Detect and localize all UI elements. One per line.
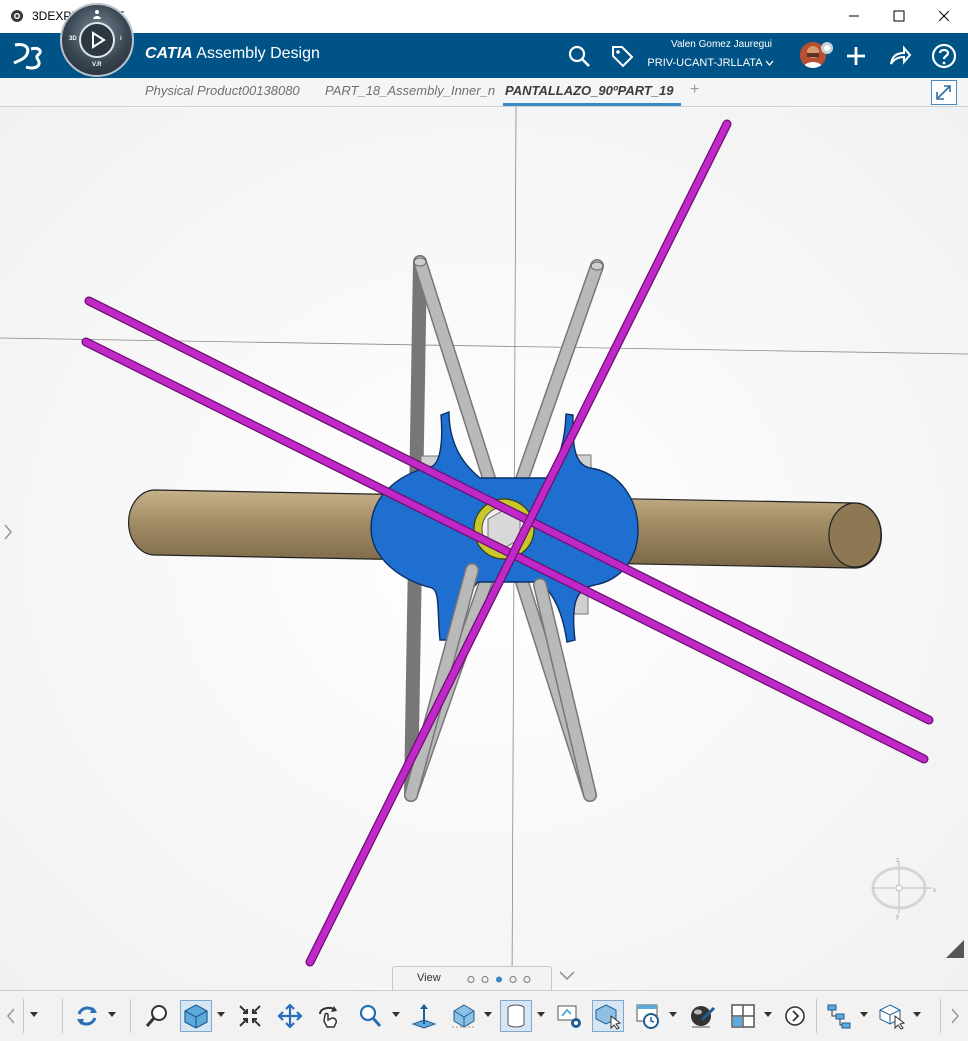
pan-button[interactable] [274,1000,306,1032]
dropdown-arrow-icon[interactable] [764,1010,772,1018]
minimize-icon [849,15,859,17]
maximize-icon [893,10,905,22]
multi-view-button[interactable] [727,1000,759,1032]
active-tab-indicator [503,103,681,106]
plus-icon [847,47,865,65]
more-commands-button[interactable] [779,1000,811,1032]
normal-view-icon [411,1004,437,1029]
maximize-button[interactable] [876,0,922,32]
dropdown-arrow-icon[interactable] [860,1010,868,1018]
add-button[interactable] [842,42,870,70]
view-mode-button[interactable] [180,1000,212,1032]
dropdown-arrow-icon[interactable] [669,1010,677,1018]
collapse-icon [936,85,951,100]
help-icon [931,43,957,69]
dropdown-arrow-icon[interactable] [484,1010,492,1018]
assembly-scene[interactable]: z x y [0,107,968,990]
tab-part-18[interactable]: PART_18_Assembly_Inner_n [325,83,495,98]
compass-3d-label[interactable]: 3D [69,36,77,42]
fit-all-button[interactable] [234,1000,266,1032]
side-panel-expand-icon[interactable] [2,522,14,542]
user-tenant[interactable]: PRIV-UCANT-JRLLATA [620,57,774,69]
cube-icon [184,1004,208,1029]
minimize-button[interactable] [831,0,877,32]
dropdown-arrow-icon[interactable] [217,1010,225,1018]
selection-mode-button[interactable] [592,1000,624,1032]
rotate-hand-icon [319,1006,337,1028]
user-name: Valen Gomez Jauregui [671,39,772,50]
clock-screen-icon [636,1004,659,1029]
compass-person-icon [93,10,101,19]
search-button[interactable] [565,42,593,70]
play-icon [92,31,106,49]
compass-widget[interactable]: 3D V.R i [60,3,134,77]
tab-physical-product[interactable]: Physical Product00138080 [145,83,313,98]
dropdown-arrow-icon[interactable] [30,1010,38,1018]
action-bar [0,990,968,1041]
close-icon [938,10,950,22]
refresh-icon [77,1006,97,1026]
status-dot-icon [821,42,833,54]
render-style-button[interactable] [448,1000,480,1032]
normal-view-button[interactable] [408,1000,440,1032]
window-titlebar: 3DEXPERIENCE [0,0,968,34]
material-button[interactable] [686,1000,718,1032]
compass-z-label: z [896,858,899,864]
dropdown-arrow-icon[interactable] [108,1010,116,1018]
app-name: CATIA Assembly Design [145,45,320,62]
chevron-down-icon [765,60,774,66]
magnifier-pan-icon [145,1005,167,1027]
sphere-brush-icon [691,1006,716,1028]
select-cube-icon [595,1004,622,1030]
ds-logo-icon [13,43,42,70]
update-button[interactable] [71,1000,103,1032]
app-icon [11,10,23,22]
cylinder-icon [507,1004,525,1028]
close-button[interactable] [921,0,967,32]
compass-vr-label[interactable]: V.R [92,62,101,68]
play-button[interactable] [79,22,115,58]
settings-screen-icon [557,1005,581,1028]
toolbar-scroll-left-icon[interactable] [6,1007,16,1025]
share-icon [890,45,912,65]
rotate-button[interactable] [314,1000,346,1032]
help-button[interactable] [930,42,958,70]
robot-button[interactable] [876,1000,908,1032]
app-header: CATIA Assembly Design Valen Gomez Jaureg… [0,33,968,78]
compass-y-label: y [896,914,899,920]
view-section-label: View [417,972,441,984]
dropdown-arrow-icon[interactable] [913,1010,921,1018]
ghosting-button[interactable] [500,1000,532,1032]
share-button[interactable] [886,42,914,70]
fit-all-icon [239,1005,261,1027]
chevron-right-circle-icon [785,1006,805,1026]
search-icon [568,45,590,67]
3d-viewport[interactable]: z x y [0,107,968,990]
section-pagination[interactable] [467,975,547,984]
visualization-settings-button[interactable] [553,1000,585,1032]
zoom-icon [359,1004,382,1027]
fly-mode-button[interactable] [141,1000,173,1032]
tree-icon [827,1004,851,1029]
grid-view-icon [731,1004,755,1028]
toolbar-scroll-right-icon[interactable] [950,1007,960,1025]
dropdown-arrow-icon[interactable] [537,1010,545,1018]
tree-button[interactable] [823,1000,855,1032]
shaded-cube-icon [452,1004,476,1028]
clipping-button[interactable] [632,1000,664,1032]
view-section-panel[interactable]: View [392,966,552,990]
dropdown-arrow-icon[interactable] [392,1010,400,1018]
compass-i-label[interactable]: i [120,36,122,42]
section-chevron-down-icon[interactable] [558,970,576,982]
zoom-button[interactable] [354,1000,386,1032]
tab-pantallazo[interactable]: PANTALLAZO_90ºPART_19 [505,83,679,98]
cube-cursor-icon [879,1004,906,1030]
add-tab-button[interactable]: + [690,81,699,99]
pan-arrows-icon [277,1003,303,1029]
compass-x-label: x [933,888,936,894]
document-tabs: Physical Product00138080 PART_18_Assembl… [0,78,968,107]
collapse-button[interactable] [931,80,957,105]
